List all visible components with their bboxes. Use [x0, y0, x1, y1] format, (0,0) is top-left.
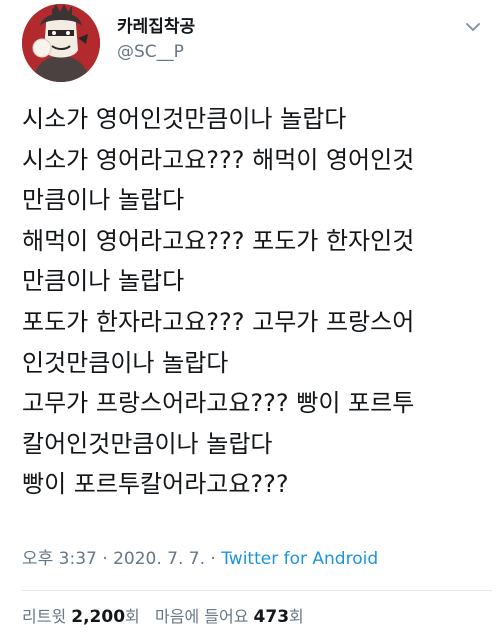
meta-separator: ·: [205, 549, 222, 569]
likes-count: 473: [253, 607, 290, 627]
display-name[interactable]: 카레집착공: [117, 16, 195, 38]
tweet-header: 카레집착공 @SC__P: [22, 4, 492, 84]
tweet-time[interactable]: 오후 3:37: [22, 549, 97, 569]
tweet-source-link[interactable]: Twitter for Android: [221, 549, 378, 569]
tweet-date[interactable]: 2020. 7. 7.: [113, 549, 205, 569]
divider: [22, 590, 492, 591]
tweet-line: 인것만큼이나 놀랍다: [22, 348, 229, 377]
likes-unit: 회: [289, 607, 304, 626]
user-names: 카레집착공 @SC__P: [117, 16, 195, 64]
tweet-line: 시소가 영어인것만큼이나 놀랍다: [22, 105, 347, 133]
retweets-stat[interactable]: 리트윗 2,200회: [22, 607, 140, 627]
retweets-label: 리트윗: [22, 607, 67, 626]
tweet-stats: 리트윗 2,200회 마음에 들어요 473회: [22, 603, 304, 627]
avatar-illustration-icon: [22, 4, 100, 82]
likes-stat[interactable]: 마음에 들어요 473회: [155, 607, 304, 627]
tweet-text: 시소가 영어인것만큼이나 놀랍다 시소가 영어라고요??? 해먹이 영어인것 만…: [22, 99, 492, 505]
retweets-unit: 회: [125, 607, 140, 626]
retweets-count: 2,200: [71, 607, 126, 627]
meta-separator: ·: [96, 549, 114, 569]
tweet-line: 포도가 한자라고요??? 고무가 프랑스어: [22, 307, 415, 336]
chevron-down-icon[interactable]: [462, 16, 484, 38]
tweet-line: 만큼이나 놀랍다: [22, 267, 185, 296]
tweet-meta: 오후 3:37 · 2020. 7. 7. · Twitter for Andr…: [22, 544, 378, 569]
tweet-line: 시소가 영어라고요??? 해먹이 영어인것: [22, 145, 415, 174]
tweet-line: 칼어인것만큼이나 놀랍다: [22, 429, 273, 458]
tweet-line: 만큼이나 놀랍다: [22, 186, 185, 215]
tweet-line: 고무가 프랑스어라고요??? 빵이 포르투: [22, 389, 415, 418]
user-handle[interactable]: @SC__P: [117, 40, 195, 64]
tweet-line: 빵이 포르투칼어라고요???: [22, 470, 289, 499]
avatar[interactable]: [22, 4, 100, 82]
tweet-line: 해먹이 영어라고요??? 포도가 한자인것: [22, 226, 415, 255]
likes-label: 마음에 들어요: [155, 607, 249, 626]
